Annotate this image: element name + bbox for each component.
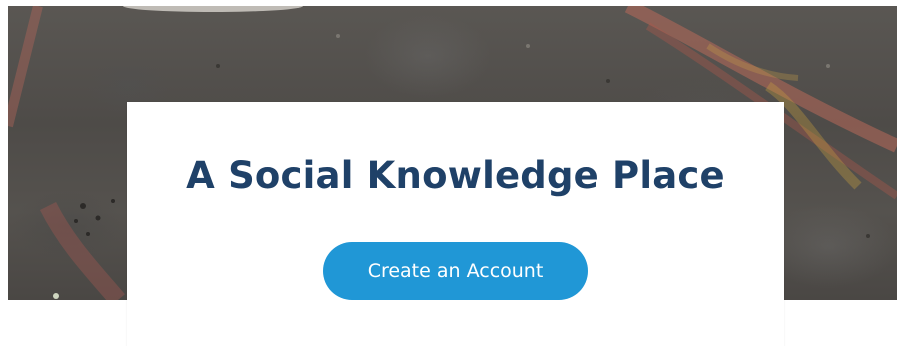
page-headline: A Social Knowledge Place	[186, 154, 725, 197]
create-account-button[interactable]: Create an Account	[323, 242, 588, 300]
landing-page: A Social Knowledge Place Create an Accou…	[0, 0, 898, 346]
hero-card: A Social Knowledge Place Create an Accou…	[127, 102, 784, 346]
